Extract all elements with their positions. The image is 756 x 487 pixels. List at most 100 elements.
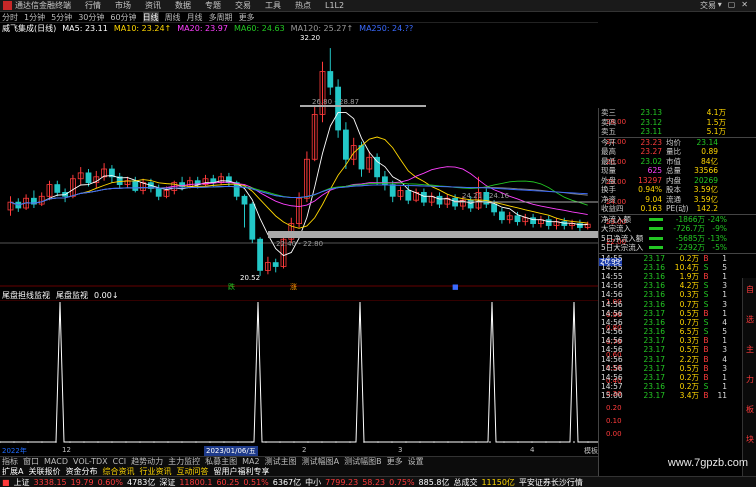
indicator-dot xyxy=(13,441,15,443)
indicator-value: 0.00↓ xyxy=(94,290,119,300)
side-tab-icon[interactable]: 力 xyxy=(746,374,754,385)
side-tab-icon[interactable]: 选 xyxy=(746,314,754,325)
indicator-label: 尾盘监视 xyxy=(56,290,88,300)
side-tab-icon[interactable]: 主 xyxy=(746,344,754,355)
date-label: 2 xyxy=(302,446,307,454)
tick-direction: S xyxy=(703,262,709,272)
ask-row: 卖五 23.11 5.1万 xyxy=(601,127,726,137)
tick-time: 14:57 xyxy=(601,382,623,392)
tick-volume: 3.4万 xyxy=(679,391,699,401)
candle-body xyxy=(545,219,552,226)
indicator-chart[interactable] xyxy=(0,300,598,445)
indicator-dot xyxy=(83,441,85,443)
tick-count: 1 xyxy=(722,382,727,392)
indicator-dot xyxy=(167,441,169,443)
ext-tab[interactable]: 互动问答 xyxy=(176,466,208,477)
menu-item[interactable]: L1L2 xyxy=(325,1,344,10)
period-item-active[interactable]: 日线 xyxy=(142,11,159,23)
ext-tab[interactable]: 关联报价 xyxy=(28,466,60,477)
side-tab-icon[interactable]: 自 xyxy=(746,284,754,295)
indicator-dot xyxy=(195,441,197,443)
candle-body xyxy=(467,199,474,209)
ma60-label: MA60: 24.63 xyxy=(233,24,285,33)
tick-price: 23.16 xyxy=(643,317,665,327)
ext-tab[interactable]: 扩展A xyxy=(2,466,23,477)
ma10-label: MA10: 23.24↑ xyxy=(113,24,172,33)
date-label: 4 xyxy=(530,446,535,454)
period-item[interactable]: 周线 xyxy=(165,12,181,23)
menu-item[interactable]: 热点 xyxy=(295,0,311,11)
indicator-dot xyxy=(573,441,575,443)
period-item[interactable]: 更多 xyxy=(239,12,255,23)
tick-time: 14:55 xyxy=(601,262,623,272)
candle-body xyxy=(335,86,342,131)
menu-item[interactable]: 交易 xyxy=(235,0,251,11)
period-item[interactable]: 1分钟 xyxy=(24,12,45,23)
index-change: 58.23 xyxy=(362,477,386,487)
index-label[interactable]: 中小 xyxy=(305,477,321,487)
menu-item[interactable]: 资讯 xyxy=(145,0,161,11)
side-tab-icon[interactable]: 块 xyxy=(746,434,754,445)
tick-count: 1 xyxy=(722,336,727,346)
candle-body xyxy=(342,129,349,160)
tick-direction: B xyxy=(703,345,709,355)
index-value: 3338.15 xyxy=(33,477,67,487)
ext-tab[interactable]: 资金分布 xyxy=(65,466,97,477)
ext-tab[interactable]: 行业资讯 xyxy=(139,466,171,477)
index-label[interactable]: 上证 xyxy=(14,477,30,487)
stock-name: 威飞集成(日线) xyxy=(2,24,57,33)
tick-list[interactable]: 14:55 23.17 0.2万 B 1 14:55 23.16 10.4万 S 5 14:55 23… xyxy=(599,254,756,401)
side-tab-icon[interactable]: 板 xyxy=(746,404,754,415)
ext-tab[interactable]: 综合资讯 xyxy=(102,466,134,477)
tick-count: 11 xyxy=(717,391,727,401)
menu-item[interactable]: 市场 xyxy=(115,0,131,11)
period-item[interactable]: 多周期 xyxy=(209,12,233,23)
indicator-dot xyxy=(461,441,463,443)
kline-chart[interactable]: 跌 涨 ■ xyxy=(0,34,598,290)
template-button[interactable]: 模板 xyxy=(584,446,598,456)
candle-body xyxy=(249,203,256,240)
index-change: 60.25 xyxy=(216,477,240,487)
tick-price: 23.17 xyxy=(643,308,665,318)
index-percent: 0.51% xyxy=(243,477,269,487)
tick-direction: S xyxy=(703,317,709,327)
ext-tab[interactable]: 留用户福利专享 xyxy=(213,466,269,477)
indicator-dot xyxy=(293,441,295,443)
broker-note: 平安证券长沙行情 xyxy=(518,477,583,487)
indicator-dot xyxy=(321,441,323,443)
tick-direction: B xyxy=(703,363,709,373)
period-item[interactable]: 30分钟 xyxy=(78,12,104,23)
tick-row: 15:00 23.17 3.4万 B 11 xyxy=(599,391,756,400)
resistance-band xyxy=(268,231,598,238)
menu-item[interactable]: 工具 xyxy=(265,0,281,11)
period-item[interactable]: 5分钟 xyxy=(51,12,72,23)
tick-count: 5 xyxy=(722,262,727,272)
tick-price: 23.17 xyxy=(643,363,665,373)
period-item[interactable]: 60分钟 xyxy=(110,12,136,23)
tick-count: 1 xyxy=(722,373,727,383)
total-label: 总成交 xyxy=(453,477,478,487)
index-value: 7799.23 xyxy=(325,477,359,487)
candle-body xyxy=(257,238,264,271)
period-item[interactable]: 月线 xyxy=(187,12,203,23)
tick-direction: B xyxy=(703,271,709,281)
indicator-line xyxy=(0,301,598,443)
period-item[interactable]: 分时 xyxy=(2,12,18,23)
index-label[interactable]: 深证 xyxy=(159,477,175,487)
tick-direction: S xyxy=(703,290,709,300)
tick-direction: B xyxy=(703,354,709,364)
stat-row: 收益四 0.163 PE(动) 142.2 xyxy=(601,204,718,214)
indicator-dot xyxy=(307,441,309,443)
menu-item[interactable]: 行情 xyxy=(85,0,101,11)
tick-time: 14:56 xyxy=(601,317,623,327)
indicator-dot xyxy=(97,441,99,443)
tick-direction: B xyxy=(703,373,709,383)
flow-bar xyxy=(649,246,663,250)
window-controls[interactable]: ▾▢✕ xyxy=(718,0,754,9)
app-logo-icon xyxy=(3,1,12,10)
tick-time: 14:56 xyxy=(601,354,623,364)
low-label: 20.52 xyxy=(240,274,261,282)
trade-button[interactable]: 交易 xyxy=(700,0,716,11)
menu-item[interactable]: 专题 xyxy=(205,0,221,11)
menu-item[interactable]: 数据 xyxy=(175,0,191,11)
